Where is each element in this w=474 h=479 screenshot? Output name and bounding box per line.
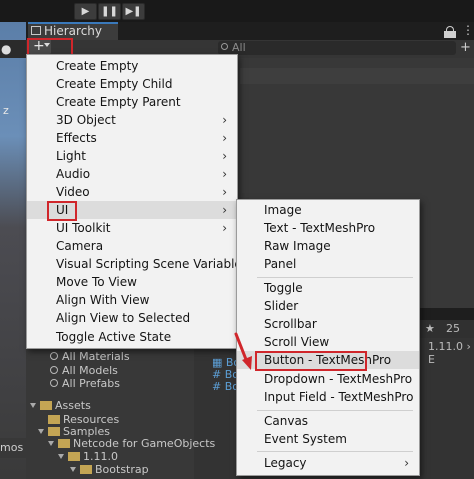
- menu-item-align-view-to-selected[interactable]: Align View to Selected: [27, 309, 237, 327]
- expand-icon[interactable]: [70, 467, 76, 472]
- tree-item[interactable]: Assets: [30, 399, 91, 412]
- annotation-arrow-icon: [234, 332, 252, 370]
- menu-item-audio[interactable]: Audio ›: [27, 165, 237, 183]
- search-icon: [50, 352, 58, 360]
- scene-toolbar: ●: [0, 40, 26, 58]
- chevron-right-icon: ›: [222, 221, 227, 235]
- menu-item-visual-scripting-scene-variables[interactable]: Visual Scripting Scene Variables: [27, 255, 248, 273]
- tree-item[interactable]: Netcode for GameObjects: [48, 437, 215, 450]
- tree-item[interactable]: 1.11.0: [58, 450, 118, 463]
- play-icon[interactable]: ▶: [74, 3, 97, 20]
- expand-icon[interactable]: [58, 454, 64, 459]
- ui-submenu: Image Text - TextMeshPro Raw Image Panel…: [236, 199, 420, 476]
- menu-item-light[interactable]: Light ›: [27, 147, 237, 165]
- folder-icon: [48, 415, 60, 424]
- hierarchy-tab-icon: [31, 26, 41, 35]
- hierarchy-row[interactable]: [240, 68, 474, 84]
- tree-item[interactable]: All Prefabs: [50, 377, 120, 390]
- folder-icon: [48, 427, 60, 436]
- menu-separator: [257, 410, 413, 411]
- more-options-icon[interactable]: ⋮: [462, 24, 474, 36]
- folder-icon: [68, 452, 80, 461]
- hierarchy-search-input[interactable]: All: [218, 41, 456, 55]
- chevron-right-icon: ›: [222, 149, 227, 163]
- expand-icon[interactable]: [38, 429, 44, 434]
- scene-view[interactable]: [0, 22, 26, 479]
- tree-item[interactable]: Bootstrap: [70, 463, 149, 476]
- tree-item[interactable]: All Models: [50, 364, 118, 377]
- ui-item-highlight: [47, 201, 77, 221]
- submenu-item-input-field-textmeshpro[interactable]: Input Field - TextMeshPro: [237, 388, 419, 406]
- folder-icon: [58, 439, 70, 448]
- menu-item-3d-object[interactable]: 3D Object ›: [27, 111, 237, 129]
- menu-separator: [257, 451, 413, 452]
- pause-icon[interactable]: ❚❚: [98, 3, 121, 20]
- top-toolbar: ▶ ❚❚ ▶❚: [0, 0, 474, 22]
- menu-item-align-with-view[interactable]: Align With View: [27, 291, 237, 309]
- submenu-item-image[interactable]: Image: [237, 201, 419, 219]
- chevron-right-icon: ›: [222, 167, 227, 181]
- submenu-item-scrollbar[interactable]: Scrollbar: [237, 315, 419, 333]
- submenu-item-event-system[interactable]: Event System: [237, 430, 419, 448]
- lock-icon-body[interactable]: [444, 31, 456, 38]
- tree-item[interactable]: All Materials: [50, 350, 130, 363]
- submenu-item-scroll-view[interactable]: Scroll View: [237, 333, 419, 351]
- submenu-item-toggle[interactable]: Toggle: [237, 279, 419, 297]
- scene-bottom-tab[interactable]: mos: [0, 438, 26, 458]
- expand-icon[interactable]: [30, 403, 36, 408]
- menu-item-create-empty-parent[interactable]: Create Empty Parent: [27, 93, 237, 111]
- scene-axis-label: z: [3, 104, 9, 117]
- count-badge: 25: [446, 322, 460, 335]
- menu-item-effects[interactable]: Effects ›: [27, 129, 237, 147]
- submenu-item-panel[interactable]: Panel: [237, 255, 419, 273]
- menu-item-create-empty[interactable]: Create Empty: [27, 57, 237, 75]
- chevron-right-icon: ›: [404, 456, 409, 470]
- submenu-item-dropdown-textmeshpro[interactable]: Dropdown - TextMeshPro: [237, 370, 419, 388]
- project-breadcrumb: 1.11.0 › E: [428, 340, 471, 366]
- expand-icon[interactable]: [48, 441, 54, 446]
- chevron-right-icon: ›: [222, 203, 227, 217]
- chevron-right-icon: ›: [222, 131, 227, 145]
- submenu-item-canvas[interactable]: Canvas: [237, 412, 419, 430]
- chevron-right-icon: ›: [222, 185, 227, 199]
- submenu-item-legacy[interactable]: Legacy ›: [237, 454, 419, 472]
- search-icon: [221, 43, 228, 50]
- create-menu: Create Empty Create Empty Child Create E…: [26, 54, 248, 349]
- globe-icon[interactable]: ●: [1, 42, 11, 56]
- chevron-right-icon: ›: [222, 113, 227, 127]
- script-file[interactable]: # Bo: [212, 380, 239, 393]
- submenu-item-slider[interactable]: Slider: [237, 297, 419, 315]
- search-icon: [50, 366, 58, 374]
- menu-item-camera[interactable]: Camera: [27, 237, 237, 255]
- submenu-item-text-textmeshpro[interactable]: Text - TextMeshPro: [237, 219, 419, 237]
- add-icon[interactable]: +: [460, 40, 471, 55]
- menu-item-toggle-active-state[interactable]: Toggle Active State: [27, 328, 237, 346]
- submenu-item-raw-image[interactable]: Raw Image: [237, 237, 419, 255]
- menu-separator: [257, 277, 413, 278]
- menu-item-video[interactable]: Video ›: [27, 183, 237, 201]
- star-icon[interactable]: ★: [425, 322, 435, 335]
- folder-icon: [80, 465, 92, 474]
- menu-item-ui-toolkit[interactable]: UI Toolkit ›: [27, 219, 237, 237]
- menu-item-move-to-view[interactable]: Move To View: [27, 273, 237, 291]
- step-icon[interactable]: ▶❚: [122, 3, 145, 20]
- button-item-highlight: [255, 351, 367, 371]
- folder-icon: [40, 401, 52, 410]
- search-icon: [50, 379, 58, 387]
- menu-item-create-empty-child[interactable]: Create Empty Child: [27, 75, 237, 93]
